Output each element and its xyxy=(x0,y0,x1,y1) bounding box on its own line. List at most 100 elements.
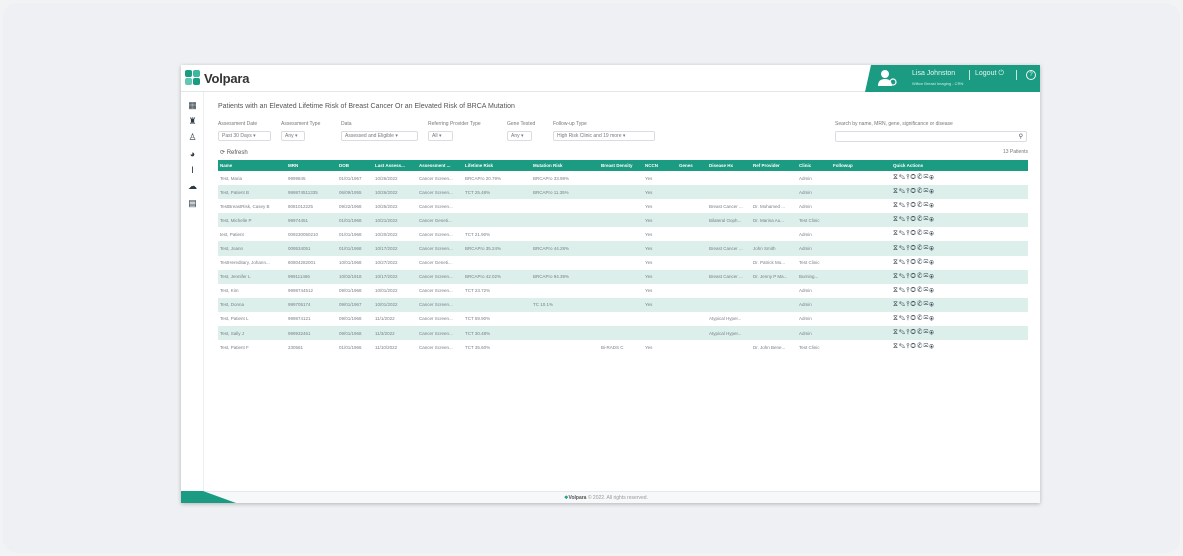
table-row[interactable]: Test, Patient B 999874511335 06/09/1955 10/… xyxy=(218,185,1028,200)
table-cell xyxy=(599,241,643,256)
search-input[interactable]: ⚲ xyxy=(835,131,1027,142)
quick-actions: ⧖✎⫯◎✆✉⦿ xyxy=(891,256,1028,270)
info-icon[interactable]: ⵏ xyxy=(187,165,198,176)
table-row[interactable]: Test, Donna 999705174 09/01/1967 10/01/2022… xyxy=(218,297,1028,312)
history-icon[interactable]: ⦿ xyxy=(929,273,935,280)
history-icon[interactable]: ⦿ xyxy=(929,343,935,350)
column-header[interactable]: Genes xyxy=(677,160,707,171)
column-header[interactable]: Ref Provider xyxy=(751,160,797,171)
assessment-date-select[interactable]: Past 30 Days ▾ xyxy=(218,131,271,141)
user-icon[interactable] xyxy=(877,69,897,87)
refresh-button[interactable]: ⟳ Refresh xyxy=(220,149,248,156)
help-icon[interactable]: ? xyxy=(1026,70,1036,80)
column-header[interactable]: Followup xyxy=(831,160,891,171)
patients-icon[interactable]: ▦ xyxy=(187,100,198,111)
table-cell xyxy=(707,171,751,185)
chat-icon[interactable]: ☁ xyxy=(187,181,198,192)
footer-logo: ❖Volpara xyxy=(564,495,586,501)
column-header[interactable]: NCCN xyxy=(643,160,677,171)
history-icon[interactable]: ⦿ xyxy=(929,230,935,237)
column-header[interactable]: Clinic xyxy=(797,160,831,171)
data-select[interactable]: Assessed and Eligible ▾ xyxy=(341,131,418,141)
table-cell xyxy=(463,256,531,270)
search-icon[interactable]: ⚲ xyxy=(1019,133,1023,140)
column-header[interactable]: Quick Actions xyxy=(891,160,1028,171)
column-header[interactable]: Name xyxy=(218,160,286,171)
brand-logo[interactable]: Volpara xyxy=(185,70,250,86)
table-row[interactable]: Test, Jennifer L 999111466 10/02/1918 10/17… xyxy=(218,269,1028,284)
table-cell: Admin xyxy=(799,231,812,237)
table-cell: Cancer Screen... xyxy=(419,231,453,237)
history-icon[interactable]: ⦿ xyxy=(929,188,935,195)
table-row[interactable]: Test, Sally J 999932461 09/01/1968 11/3/202… xyxy=(218,326,1028,341)
history-icon[interactable]: ⦿ xyxy=(929,174,935,181)
history-icon[interactable]: ⦿ xyxy=(929,202,935,209)
table-cell: TestBreastRisk, Casey B xyxy=(220,203,270,209)
table-row[interactable]: Test, Joann 009534051 01/01/1968 10/17/2022… xyxy=(218,241,1028,256)
table-cell: 9999845 xyxy=(288,175,306,181)
user-name[interactable]: Lisa Johnston xyxy=(912,70,955,77)
table-cell: 80804282001 xyxy=(288,260,316,266)
history-icon[interactable]: ⦿ xyxy=(929,259,935,266)
table-row[interactable]: TestBreastRisk, Casey B 8081012225 09/22/1… xyxy=(218,199,1028,213)
table-cell: Yes xyxy=(645,203,653,209)
column-header[interactable]: DOB xyxy=(337,160,373,171)
table-cell xyxy=(677,256,707,270)
table-cell: Dr. Patrick Mo... xyxy=(753,260,786,266)
chevron-down-icon: ▾ xyxy=(438,133,442,139)
column-header[interactable]: Mutation Risk xyxy=(531,160,599,171)
filter-label-assessment-type: Assessment Type xyxy=(281,121,321,127)
column-header[interactable]: Disease Hx xyxy=(707,160,751,171)
history-icon[interactable]: ⦿ xyxy=(929,287,935,294)
table-cell xyxy=(599,312,643,326)
table-cell xyxy=(751,185,797,200)
column-header[interactable]: Breast Density xyxy=(599,160,643,171)
table-cell: 99974451 xyxy=(286,213,337,228)
history-icon[interactable]: ⦿ xyxy=(929,329,935,336)
column-header[interactable]: Last Assess... xyxy=(373,160,417,171)
table-row[interactable]: Test, Kim 9998744512 09/01/1968 10/01/2022 C… xyxy=(218,284,1028,298)
table-cell xyxy=(531,199,599,213)
chevron-down-icon: ▾ xyxy=(253,133,256,139)
table-cell: 09/01/1968 xyxy=(337,326,373,341)
column-header[interactable]: MRN xyxy=(286,160,337,171)
history-icon[interactable]: ⦿ xyxy=(929,216,935,223)
table-cell xyxy=(831,241,891,256)
table-row[interactable]: TestHereditary, Johann... 80804282001 10/0… xyxy=(218,256,1028,270)
table-cell xyxy=(831,256,891,270)
table-cell xyxy=(531,340,599,354)
patient-list-icon[interactable]: ♜ xyxy=(187,116,198,127)
column-header[interactable]: Lifetime Risk xyxy=(463,160,531,171)
table-row[interactable]: test, Patient 009230050210 01/01/1968 10/20… xyxy=(218,227,1028,241)
table-row[interactable]: Test, Patient L 999874121 09/01/1968 11/1/2… xyxy=(218,312,1028,326)
logout-icon: ⏻ xyxy=(998,70,1004,77)
assessment-type-select[interactable]: Any ▾ xyxy=(281,131,305,141)
logout-label: Logout xyxy=(975,70,997,77)
chevron-down-icon: ▾ xyxy=(395,133,398,139)
table-cell: 8081012225 xyxy=(288,203,314,209)
chevron-down-icon: ▾ xyxy=(295,133,298,139)
table-icon[interactable]: ▤ xyxy=(187,198,198,209)
table-cell: Cancer Screen... xyxy=(419,344,453,350)
table-cell: BRCAPro 44.28% xyxy=(531,241,599,256)
logout-button[interactable]: Logout ⏻ xyxy=(975,70,1004,78)
table-cell: Admin xyxy=(799,203,812,209)
table-row[interactable]: Test, Michelle P 99974451 01/01/1968 10/21/… xyxy=(218,213,1028,228)
table-cell: TCT 21.90% xyxy=(465,231,491,237)
history-icon[interactable]: ⦿ xyxy=(929,301,935,308)
history-icon[interactable]: ⦿ xyxy=(929,245,935,252)
table-cell xyxy=(677,269,707,284)
column-header[interactable]: Assessment ... xyxy=(417,160,463,171)
referring-provider-type-value: All xyxy=(432,133,438,139)
person-icon[interactable]: ♙ xyxy=(187,132,198,143)
table-row[interactable]: Test, Maria 9999845 01/01/1967 10/26/2022 Ca… xyxy=(218,171,1028,185)
referring-provider-type-select[interactable]: All ▾ xyxy=(428,131,453,141)
footer-text: ❖Volpara © 2022. All rights reserved. xyxy=(564,495,648,501)
table-row[interactable]: Test, Patient F 230561 01/01/1966 11/10/202… xyxy=(218,340,1028,354)
pie-chart-icon[interactable]: ◕ xyxy=(187,149,198,160)
table-cell: 10/01/2022 xyxy=(375,288,398,294)
follow-up-type-select[interactable]: High Risk Clinic and 19 more ▾ xyxy=(553,131,655,141)
table-cell: TCT 30.48% xyxy=(463,326,531,341)
history-icon[interactable]: ⦿ xyxy=(929,315,935,322)
gene-tested-select[interactable]: Any ▾ xyxy=(507,131,532,141)
